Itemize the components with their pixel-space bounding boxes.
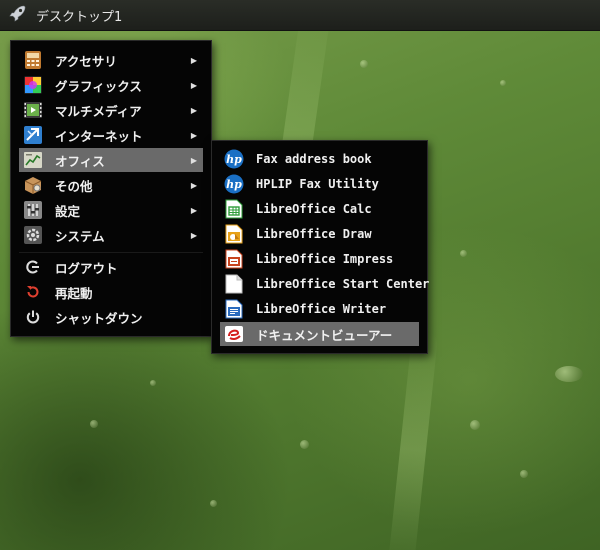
menu-item-system[interactable]: システム ▶ [19,223,203,247]
menu-item-graphics[interactable]: グラフィックス ▶ [19,73,203,97]
system-icon [23,225,43,245]
rocket-icon [9,4,27,26]
menu-item-label: ログアウト [55,260,118,276]
settings-icon [23,200,43,220]
hp-icon: hp [224,149,244,169]
submenu-item-label: LibreOffice Draw [256,227,372,241]
svg-text:hp: hp [226,178,242,191]
menu-item-office[interactable]: オフィス ▶ [19,148,203,172]
workspace-title: デスクトップ1 [36,9,123,25]
menu-item-internet[interactable]: インターネット ▶ [19,123,203,147]
svg-text:hp: hp [226,153,242,166]
libreoffice-start-center-icon [224,274,244,294]
submenu-item-label: LibreOffice Calc [256,202,372,216]
wallpaper-drop [210,500,217,507]
wallpaper-drop [90,420,98,428]
internet-icon [23,125,43,145]
multimedia-icon [23,100,43,120]
menu-item-label: その他 [55,178,93,194]
submenu-item-libreoffice-writer[interactable]: LibreOffice Writer [220,297,419,321]
menu-launcher-button[interactable] [4,1,32,29]
submenu-item-label: Fax address book [256,152,372,166]
submenu-item-libreoffice-start-center[interactable]: LibreOffice Start Center [220,272,429,296]
libreoffice-writer-icon [224,299,244,319]
office-icon [23,150,43,170]
menu-separator [19,252,203,253]
submenu-item-document-viewer[interactable]: ドキュメントビューアー [220,322,419,346]
menu-item-shutdown[interactable]: シャットダウン [19,305,203,329]
wallpaper-drop [150,380,156,386]
menu-item-label: アクセサリ [55,53,117,69]
other-icon [23,175,43,195]
menu-item-other[interactable]: その他 ▶ [19,173,203,197]
submenu-arrow-icon: ▶ [190,105,197,115]
wallpaper-streak [387,329,439,550]
wallpaper-drop [300,440,309,449]
menu-item-label: オフィス [55,153,105,169]
application-menu: アクセサリ ▶ グラフィックス ▶ マルチメディア ▶ インターネット ▶ オフ… [10,40,212,337]
submenu-item-libreoffice-impress[interactable]: LibreOffice Impress [220,247,419,271]
office-submenu: hp Fax address book hp HPLIP Fax Utility… [211,140,429,354]
hp-icon: hp [224,174,244,194]
submenu-item-label: LibreOffice Impress [256,252,394,266]
accessories-icon [23,50,43,70]
desktop: デスクトップ1 アクセサリ ▶ グラフィックス ▶ マルチメディア ▶ インター… [0,0,600,550]
menu-item-logout[interactable]: ログアウト [19,255,203,279]
wallpaper-drop [555,366,583,382]
menu-item-label: シャットダウン [55,310,143,326]
restart-icon [23,282,43,302]
menu-item-label: グラフィックス [55,78,142,94]
menu-item-label: 再起動 [55,285,93,301]
menu-item-label: 設定 [55,203,81,219]
submenu-item-label: ドキュメントビューアー [256,327,393,343]
submenu-item-fax-address-book[interactable]: hp Fax address book [220,147,419,171]
submenu-item-label: LibreOffice Writer [256,302,387,316]
menu-item-label: インターネット [55,128,143,144]
graphics-icon [23,75,43,95]
menu-item-label: システム [55,228,105,244]
submenu-arrow-icon: ▶ [190,55,197,65]
logout-icon [23,257,43,277]
submenu-item-hplip-fax-utility[interactable]: hp HPLIP Fax Utility [220,172,419,196]
submenu-item-libreoffice-draw[interactable]: LibreOffice Draw [220,222,419,246]
menu-item-label: マルチメディア [55,103,142,119]
submenu-arrow-icon: ▶ [190,230,197,240]
wallpaper-drop [500,80,506,86]
wallpaper-drop [460,250,467,257]
submenu-item-label: HPLIP Fax Utility [256,177,379,191]
libreoffice-calc-icon [224,199,244,219]
submenu-arrow-icon: ▶ [190,155,197,165]
menu-item-multimedia[interactable]: マルチメディア ▶ [19,98,203,122]
menu-item-accessories[interactable]: アクセサリ ▶ [19,48,203,72]
libreoffice-draw-icon [224,224,244,244]
wallpaper-drop [470,420,480,430]
wallpaper-drop [360,60,368,68]
submenu-item-libreoffice-calc[interactable]: LibreOffice Calc [220,197,419,221]
wallpaper-drop [520,470,528,478]
document-viewer-icon [224,324,244,344]
menu-item-restart[interactable]: 再起動 [19,280,203,304]
submenu-arrow-icon: ▶ [190,80,197,90]
shutdown-icon [23,307,43,327]
submenu-item-label: LibreOffice Start Center [256,277,430,291]
menu-item-settings[interactable]: 設定 ▶ [19,198,203,222]
submenu-arrow-icon: ▶ [190,205,197,215]
submenu-arrow-icon: ▶ [190,130,197,140]
libreoffice-impress-icon [224,249,244,269]
submenu-arrow-icon: ▶ [190,180,197,190]
top-panel: デスクトップ1 [0,0,600,31]
